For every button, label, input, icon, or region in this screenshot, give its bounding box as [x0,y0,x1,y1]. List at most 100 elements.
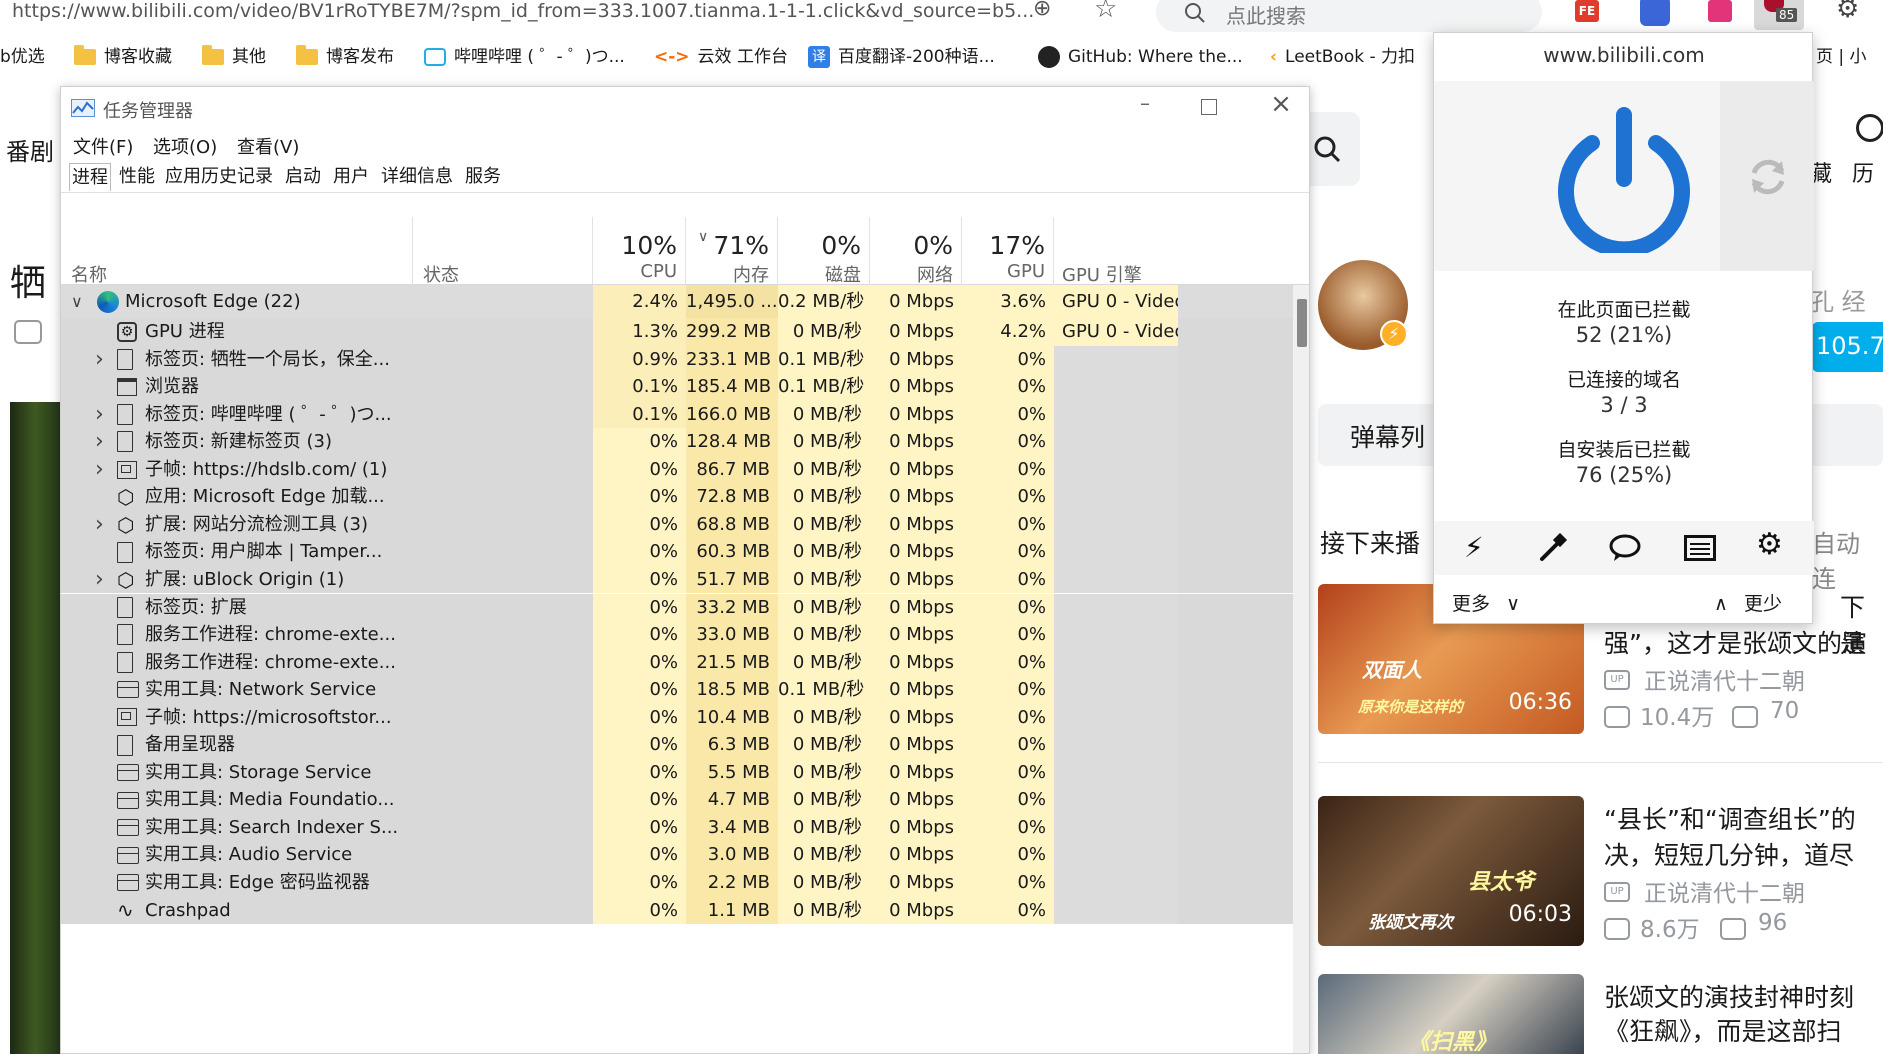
video-thumbnail[interactable]: 县太爷 张颂文再次 06:03 [1318,796,1584,946]
expand-chevron-right-icon[interactable]: › [95,456,104,484]
process-row[interactable]: ∨ Microsoft Edge (22) 2.4% 1,495.0 ... 0.2 M… [61,285,1293,318]
task-manager-window[interactable]: 任务管理器 – × 文件(F) 选项(O) 查看(V) 进程 性能 应用历史记录… [60,86,1310,1054]
translate-extension-icon[interactable] [1708,0,1732,22]
tab-users[interactable]: 用户 [333,163,369,191]
bookmark-item[interactable]: GitHub: Where the... [1038,42,1243,72]
col-status[interactable]: 状态 [413,217,593,286]
zoom-icon[interactable]: ⊕ [1033,0,1051,21]
scrollbar-track[interactable] [1293,285,1309,1053]
bookmark-item[interactable]: 哔哩哔哩 ( ゜- ゜)つ... [424,42,625,72]
bookmark-item[interactable]: 译百度翻译-200种语... [808,42,995,72]
search-box[interactable]: 点此搜索 [1156,0,1542,32]
element-picker-icon[interactable] [1538,533,1568,563]
process-row[interactable]: › 子帧: https://hdslb.com/ (1) 0% 86.7 MB 0 MB… [61,455,1293,484]
tab-processes[interactable]: 进程 [69,163,111,191]
process-row[interactable]: › 标签页: 新建标签页 (3) 0% 128.4 MB 0 MB/秒 0 Mbps 0% [61,428,1293,456]
process-row[interactable]: › 标签页: 牺牲一个局长，保全... 0.9% 233.1 MB 0.1 MB/秒 0 … [61,345,1293,374]
expand-chevron-right-icon[interactable]: › [95,511,104,539]
nav-history[interactable]: 历 [1852,156,1874,188]
close-button[interactable]: × [1261,89,1301,119]
bookmark-item[interactable]: <-> 云效 工作台 [654,42,788,72]
col-memory[interactable]: ∨ 71% 内存 [686,217,778,286]
video-title-line[interactable]: 张颂文的演技封神时刻 [1604,978,1854,1014]
tab-app-history[interactable]: 应用历史记录 [165,163,273,191]
tab-details[interactable]: 详细信息 [381,163,453,191]
process-row[interactable]: 标签页: 扩展 0% 33.2 MB 0 MB/秒 0 Mbps 0% [61,593,1293,622]
process-row[interactable]: › ⬡ 扩展: 网站分流检测工具 (3) 0% 68.8 MB 0 MB/秒 0 Mbps 0… [61,510,1293,539]
expand-chevron-right-icon[interactable]: › [95,346,104,374]
less-button[interactable]: ∧ 更少 [1714,589,1782,616]
bookmark-item[interactable]: b优选 [0,42,45,72]
fe-extension-icon[interactable]: FE [1575,0,1599,22]
favorite-star-icon[interactable]: ☆ [1094,0,1117,24]
bookmark-folder[interactable]: 其他 [202,42,266,72]
maximize-button[interactable] [1201,99,1217,115]
danmaku-count-icon [1732,706,1758,728]
expand-chevron-right-icon[interactable]: › [95,401,104,429]
settings-gear-icon[interactable]: ⚙ [1836,0,1859,24]
process-row[interactable]: 实用工具: Storage Service 0% 5.5 MB 0 MB/秒 0 Mbp… [61,758,1293,787]
process-row[interactable]: ⚙ GPU 进程 1.3% 299.2 MB 0 MB/秒 0 Mbps 4.2% GPU 0… [61,318,1293,346]
menu-view[interactable]: 查看(V) [237,133,299,159]
uploader-name[interactable]: 正说清代十二朝 [1644,662,1805,696]
autoplay-label[interactable]: 自动连 [1812,524,1883,594]
tab-startup[interactable]: 启动 [285,163,321,191]
col-name[interactable]: 名称 [61,217,413,286]
title-bar[interactable]: 任务管理器 – × [61,87,1309,129]
menu-file[interactable]: 文件(F) [73,133,133,159]
expand-chevron-down-icon[interactable]: ∨ [71,285,83,318]
process-row[interactable]: ∿ Crashpad 0% 1.1 MB 0 MB/秒 0 Mbps 0% [61,896,1293,925]
process-row[interactable]: 实用工具: Network Service 0% 18.5 MB 0.1 MB/秒 0 … [61,676,1293,704]
process-row[interactable]: › 标签页: 哔哩哔哩 ( ゜- ゜)つ... 0.1% 166.0 MB 0 MB/秒… [61,400,1293,429]
dashboard-list-icon[interactable] [1684,535,1716,561]
bookmark-folder[interactable]: 博客发布 [296,42,394,72]
power-toggle-icon[interactable] [1554,103,1694,253]
col-gpu-engine[interactable]: GPU 引擎 [1054,217,1293,286]
process-row[interactable]: › ⬡ 扩展: uBlock Origin (1) 0% 51.7 MB 0 MB/秒 0 … [61,565,1293,594]
ublock-extension-icon[interactable]: 85 [1754,0,1804,30]
expand-chevron-right-icon[interactable]: › [95,566,104,594]
process-row[interactable]: 备用呈现器 0% 6.3 MB 0 MB/秒 0 Mbps 0% [61,731,1293,759]
uploader-avatar[interactable]: ⚡ [1318,260,1408,350]
search-button-bg[interactable] [1308,112,1360,186]
process-row[interactable]: 浏览器 0.1% 185.4 MB 0.1 MB/秒 0 Mbps 0% [61,373,1293,401]
col-network[interactable]: 0% 网络 [870,217,962,286]
tab-services[interactable]: 服务 [465,163,501,191]
col-cpu[interactable]: 10% CPU [593,217,686,285]
logger-chat-icon[interactable] [1608,533,1642,563]
video-title-line[interactable]: 《狂飙》，而是这部扫 [1604,1012,1842,1048]
uploader-name[interactable]: 正说清代十二朝 [1644,874,1805,908]
process-row[interactable]: 标签页: 用户脚本 | Tamper... 0% 60.3 MB 0 MB/秒 0 Mb… [61,538,1293,566]
process-row[interactable]: 服务工作进程: chrome-exte... 0% 21.5 MB 0 MB/秒 0 M… [61,648,1293,677]
no-popups-lightning-icon[interactable]: ⚡ [1464,531,1484,564]
video-title-line[interactable]: 强”，这才是张颂文的演 [1604,624,1867,660]
scrollbar-thumb[interactable] [1297,299,1307,347]
col-disk[interactable]: 0% 磁盘 [778,217,870,286]
expand-chevron-right-icon[interactable]: › [95,428,104,456]
menu-options[interactable]: 选项(O) [153,133,217,159]
video-title-line[interactable]: 决，短短几分钟，道尽 [1604,836,1854,872]
process-row[interactable]: 服务工作进程: chrome-exte... 0% 33.0 MB 0 MB/秒 0 M… [61,621,1293,649]
tab-performance[interactable]: 性能 [119,163,155,191]
process-row[interactable]: 子帧: https://microsoftstor... 0% 10.4 MB 0 M… [61,703,1293,732]
col-gpu[interactable]: 17% GPU [962,217,1054,285]
process-row[interactable]: 实用工具: Edge 密码监视器 0% 2.2 MB 0 MB/秒 0 Mbps 0% [61,869,1293,897]
process-row[interactable]: 实用工具: Audio Service 0% 3.0 MB 0 MB/秒 0 Mbps 0… [61,841,1293,869]
nav-bangumi[interactable]: 番剧 [6,132,54,167]
minimize-button[interactable]: – [1125,91,1165,121]
process-row[interactable]: 实用工具: Search Indexer S... 0% 3.4 MB 0 MB/秒 0… [61,813,1293,842]
settings-gears-icon[interactable]: ⚙ [1756,527,1783,562]
process-row[interactable]: ⬡ 应用: Microsoft Edge 加载... 0% 72.8 MB 0 MB/秒… [61,483,1293,511]
video-thumbnail[interactable]: 《扫黑》 [1318,974,1584,1054]
video-player-edge[interactable] [10,402,60,1054]
process-row[interactable]: 实用工具: Media Foundatio... 0% 4.7 MB 0 MB/秒 0 … [61,786,1293,814]
url-text[interactable]: https://www.bilibili.com/video/BV1rRoTYB… [12,0,1034,22]
more-button[interactable]: 更多 ∨ [1452,589,1520,616]
follow-button[interactable]: 105.7 [1812,322,1883,372]
refresh-button[interactable] [1720,81,1814,271]
bookmark-item[interactable]: 页 | 小 [1816,42,1867,72]
bookmark-folder[interactable]: 博客收藏 [74,42,172,72]
bookmark-item[interactable]: ‹ LeetBook - 力扣 [1270,42,1415,72]
video-title-line[interactable]: “县长”和“调查组长”的 [1604,800,1856,836]
extension-blue-icon[interactable] [1640,0,1670,26]
